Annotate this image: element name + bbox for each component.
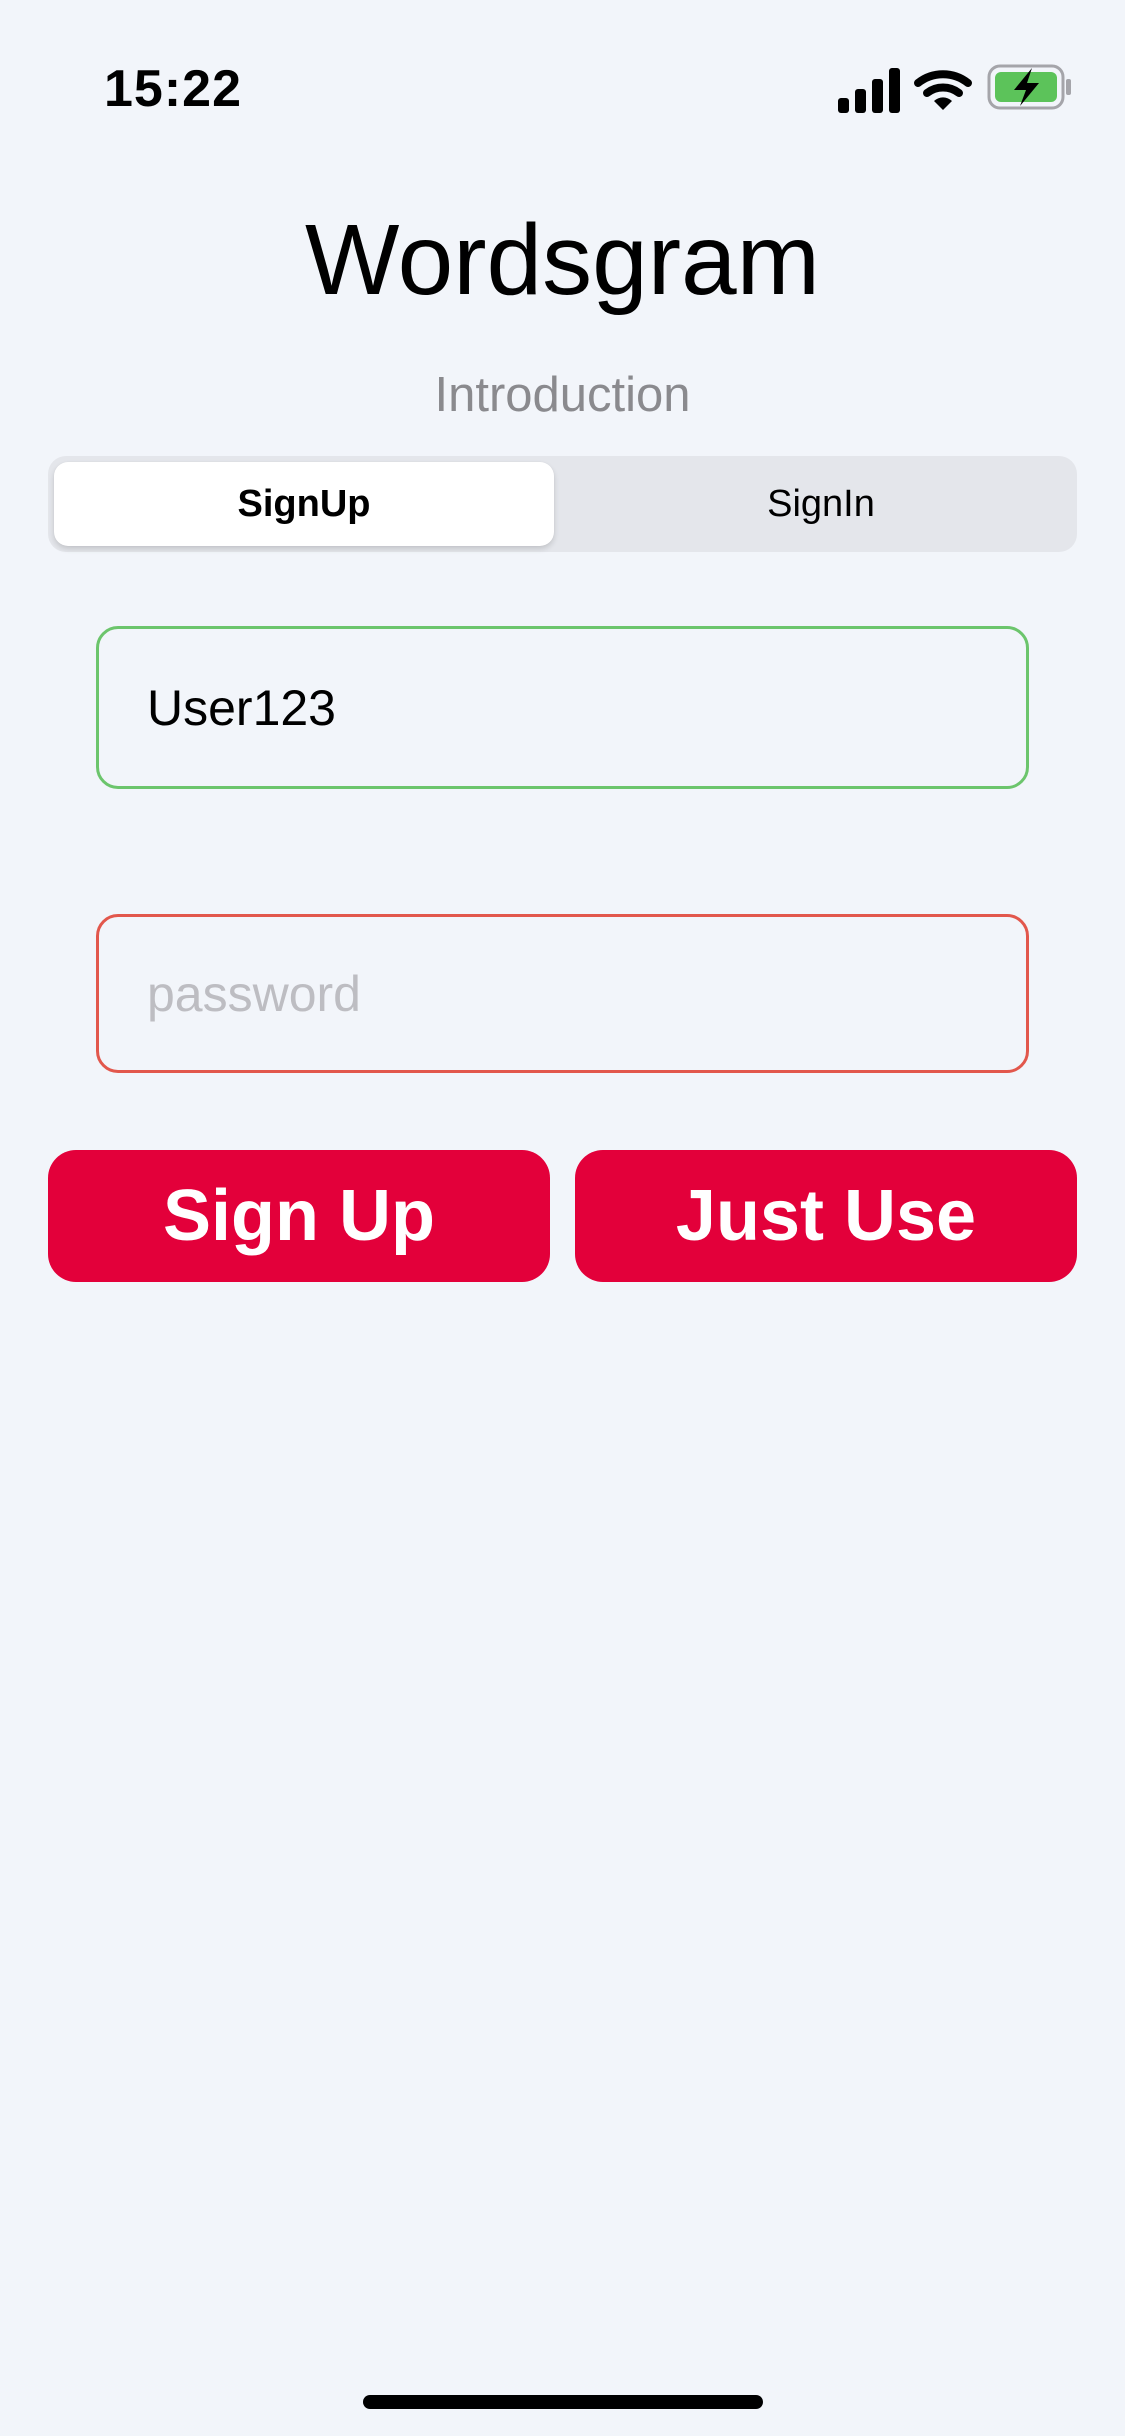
sign-up-button[interactable]: Sign Up [48,1150,550,1282]
cellular-signal-icon [838,68,900,113]
status-time: 15:22 [104,60,242,118]
just-use-button[interactable]: Just Use [575,1150,1077,1282]
password-input[interactable] [96,914,1029,1073]
segment-signin[interactable]: SignIn [571,462,1071,546]
username-input[interactable] [96,626,1029,789]
home-indicator[interactable] [363,2395,763,2409]
battery-charging-icon [987,64,1071,110]
page-subtitle: Introduction [434,368,691,422]
app-title: Wordsgram [305,204,820,316]
auth-mode-segmented-control: SignUp SignIn [48,456,1077,552]
status-icons-svg [838,64,1071,113]
segment-signup[interactable]: SignUp [54,462,554,546]
wifi-icon [914,70,972,110]
status-icons [838,62,1072,122]
